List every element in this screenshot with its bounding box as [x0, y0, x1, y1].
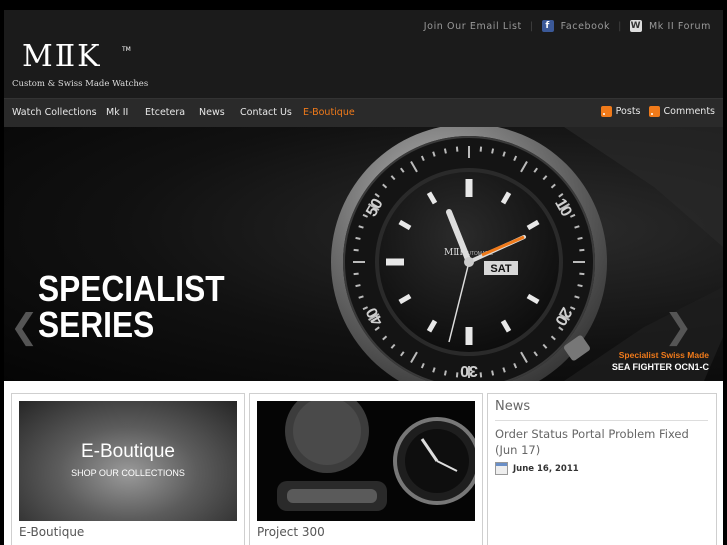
- hour-marker: [465, 179, 473, 197]
- caption-line1: Specialist Swiss Made: [618, 350, 709, 360]
- project-300-card[interactable]: Project 300: [249, 393, 483, 545]
- hour-marker: [465, 327, 473, 345]
- logo-tagline: Custom & Swiss Made Watches: [12, 79, 149, 89]
- logo-mark: MⅡK: [22, 39, 102, 74]
- bezel-tick: [479, 146, 483, 152]
- e-boutique-card[interactable]: E-Boutique SHOP OUR COLLECTIONS E-Boutiq…: [11, 393, 245, 545]
- banner-subtitle: SHOP OUR COLLECTIONS: [71, 468, 185, 478]
- bezel-tick: [579, 272, 585, 276]
- e-boutique-banner[interactable]: E-Boutique SHOP OUR COLLECTIONS: [19, 401, 237, 521]
- facebook-icon[interactable]: f: [541, 20, 554, 32]
- top-links: Join Our Email List | f Facebook | W Mk …: [424, 20, 711, 32]
- comments-feed-link[interactable]: Comments: [664, 106, 716, 117]
- bezel-tick: [443, 370, 447, 376]
- news-panel: News Order Status Portal Problem Fixed (…: [487, 393, 717, 545]
- next-arrow-icon[interactable]: ❯: [664, 310, 693, 344]
- nav-e-boutique[interactable]: E-Boutique: [303, 107, 355, 118]
- hero-title: SPECIALIST SERIES: [38, 271, 225, 343]
- facebook-link[interactable]: Facebook: [561, 21, 610, 32]
- wiki-w-icon[interactable]: W: [629, 20, 642, 32]
- news-heading: News: [495, 399, 531, 414]
- email-list-link[interactable]: Join Our Email List: [424, 21, 522, 32]
- bezel-tick: [443, 148, 447, 154]
- hero-slideshow[interactable]: SAT MⅡK AUTOMATIC 10 20 30 40 50 SPECIALIST …: [4, 127, 723, 381]
- main-nav: Watch Collections Mk II Etcetera News Co…: [4, 98, 723, 127]
- caption-line2: SEA FIGHTER OCN1-C: [611, 362, 709, 372]
- rss-icon[interactable]: [648, 106, 660, 117]
- content-area: E-Boutique SHOP OUR COLLECTIONS E-Boutiq…: [4, 381, 723, 545]
- rss-icon[interactable]: [600, 106, 612, 117]
- hero-title-line2: SERIES: [38, 304, 155, 345]
- news-post-title[interactable]: Order Status Portal Problem Fixed (Jun 1…: [495, 426, 710, 458]
- nav-contact-us[interactable]: Contact Us: [240, 107, 292, 118]
- news-post-date: June 16, 2011: [495, 462, 579, 475]
- day-window-text: SAT: [490, 263, 511, 275]
- calendar-icon: [495, 462, 508, 475]
- hour-marker: [386, 258, 404, 266]
- link-divider: |: [618, 20, 622, 32]
- banner-title: E-Boutique: [80, 441, 175, 462]
- project-watch-photo: [257, 401, 475, 521]
- hero-caption: Specialist Swiss Made SEA FIGHTER OCN1-C: [612, 350, 709, 372]
- link-divider: |: [529, 20, 534, 32]
- bezel-tick: [579, 248, 585, 252]
- site-logo[interactable]: MⅡK TM Custom & Swiss Made Watches: [12, 39, 148, 92]
- card-label[interactable]: Project 300: [257, 525, 325, 539]
- page-frame: MⅡK TM Custom & Swiss Made Watches Join …: [4, 10, 723, 545]
- bezel-tick: [355, 236, 361, 240]
- bezel-tick: [491, 370, 495, 376]
- project-300-image[interactable]: [257, 401, 475, 521]
- bezel-tick: [577, 236, 583, 240]
- bezel-tick: [455, 146, 459, 152]
- bezel-tick: [355, 284, 361, 288]
- card-label[interactable]: E-Boutique: [19, 525, 84, 539]
- bezel-number: 30: [460, 362, 478, 379]
- site-header: MⅡK TM Custom & Swiss Made Watches Join …: [4, 10, 723, 98]
- nav-news[interactable]: News: [199, 107, 225, 118]
- previous-arrow-icon[interactable]: ❮: [10, 310, 39, 344]
- posts-feed-link[interactable]: Posts: [616, 106, 641, 117]
- nav-etcetera[interactable]: Etcetera: [145, 107, 185, 118]
- bezel-tick: [353, 272, 359, 276]
- bezel-tick: [491, 148, 495, 154]
- bezel-tick: [353, 248, 359, 252]
- news-date-text: June 16, 2011: [513, 463, 579, 474]
- logo-trademark: TM: [122, 46, 131, 53]
- nav-mk-ii[interactable]: Mk II: [106, 107, 128, 118]
- bezel-tick: [455, 372, 459, 378]
- news-divider: [495, 420, 708, 421]
- forum-link[interactable]: Mk II Forum: [649, 21, 711, 32]
- bezel-tick: [577, 284, 583, 288]
- hero-title-line1: SPECIALIST: [38, 268, 225, 309]
- bezel-tick: [479, 372, 483, 378]
- feed-links: Posts Comments: [600, 106, 716, 117]
- nav-watch-collections[interactable]: Watch Collections: [12, 107, 97, 118]
